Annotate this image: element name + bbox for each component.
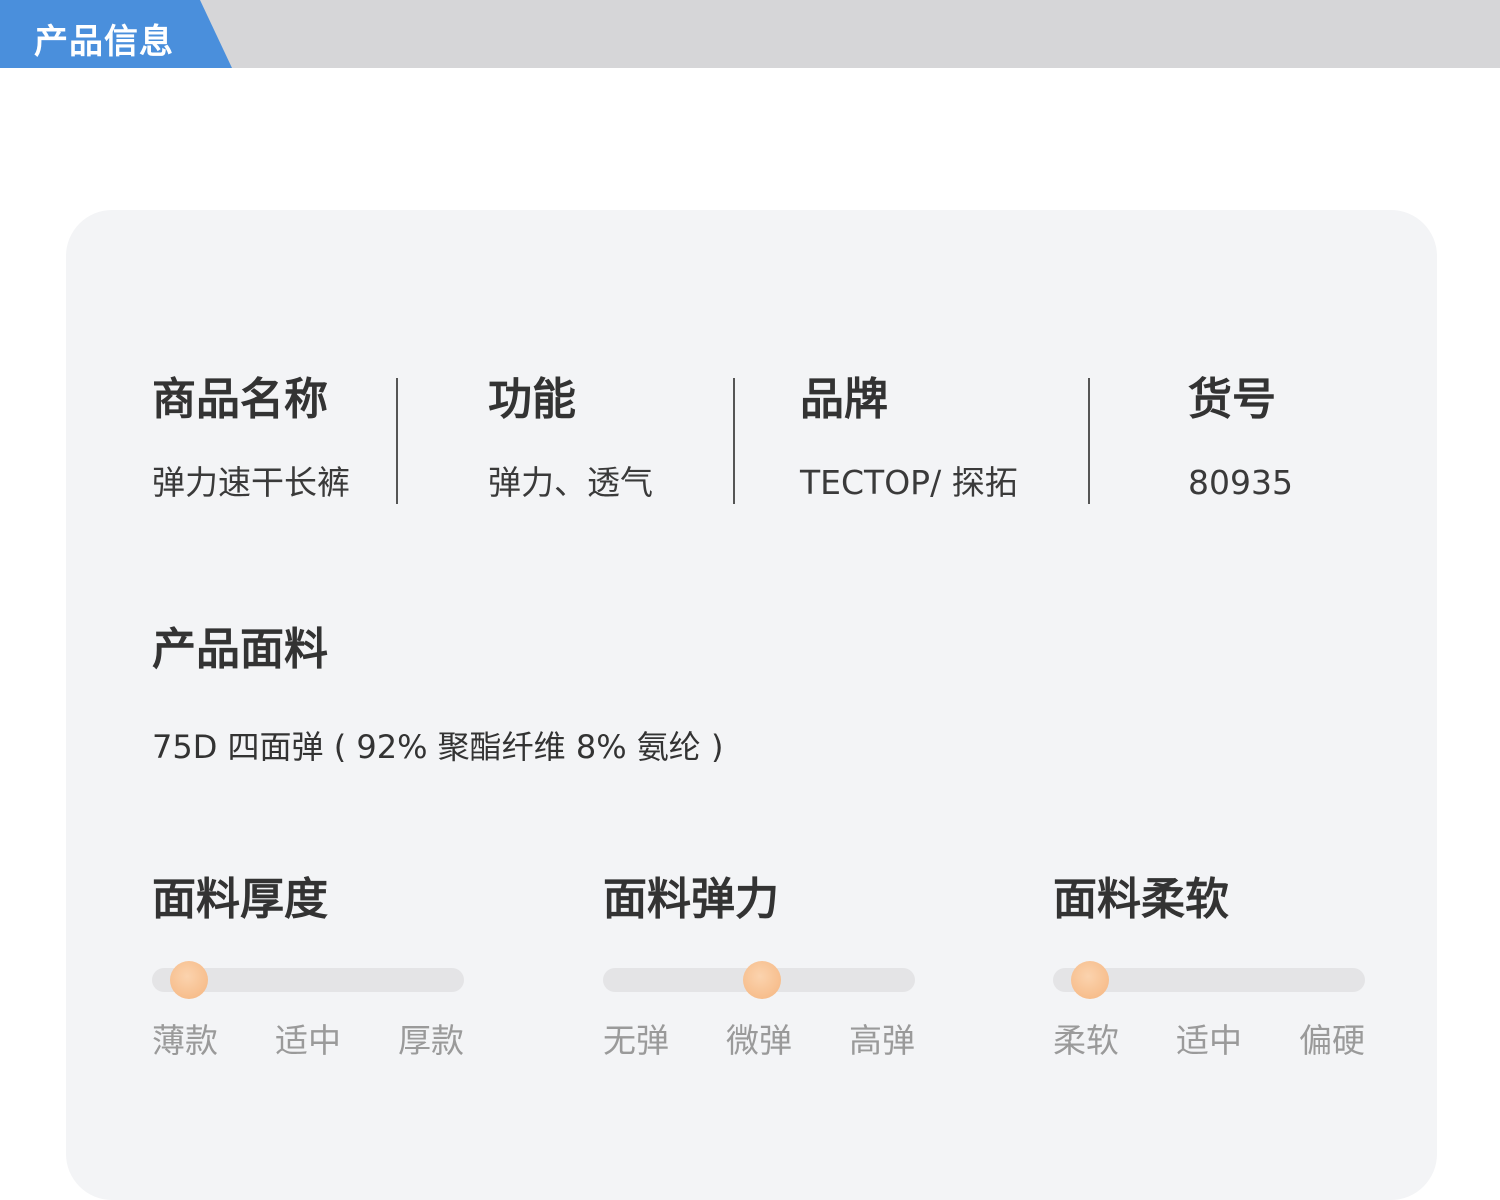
scale-labels: 柔软 适中 偏硬 (1053, 1014, 1365, 1060)
scale-tick-label: 无弹 (603, 1021, 669, 1060)
info-value: TECTOP/ 探拓 (800, 463, 1018, 502)
info-label: 商品名称 (152, 374, 328, 425)
scale-track (603, 961, 915, 999)
material-label: 产品面料 (152, 624, 328, 675)
section-header-bar: 产品信息 (0, 0, 1500, 68)
scale-knob (743, 961, 782, 999)
scale-labels: 薄款 适中 厚款 (152, 1014, 464, 1060)
info-value: 弹力速干长裤 (152, 463, 350, 502)
scale-knob (1071, 961, 1110, 999)
section-title: 产品信息 (34, 22, 174, 62)
scale-knob (170, 961, 209, 999)
scale-thickness: 面料厚度 薄款 适中 厚款 (152, 872, 464, 1060)
scale-tick-label: 薄款 (152, 1021, 218, 1060)
divider (733, 378, 735, 504)
divider (1088, 378, 1090, 504)
info-value: 弹力、透气 (488, 463, 653, 502)
scale-tick-label: 高弹 (849, 1021, 915, 1060)
info-label: 功能 (488, 374, 576, 425)
scale-title: 面料弹力 (603, 874, 779, 925)
material-value: 75D 四面弹 ( 92% 聚酯纤维 8% 氨纶 ) (152, 728, 724, 766)
scale-tick-label: 适中 (275, 1021, 341, 1060)
scale-labels: 无弹 微弹 高弹 (603, 1014, 915, 1060)
scale-elasticity: 面料弹力 无弹 微弹 高弹 (603, 872, 915, 1060)
scale-softness: 面料柔软 柔软 适中 偏硬 (1053, 872, 1365, 1060)
info-label: 品牌 (800, 374, 888, 425)
info-item-function: 功能 弹力、透气 (488, 372, 653, 503)
scale-title: 面料柔软 (1053, 874, 1229, 925)
info-label: 货号 (1188, 374, 1276, 425)
info-item-brand: 品牌 TECTOP/ 探拓 (800, 372, 1018, 503)
scale-tick-label: 厚款 (398, 1021, 464, 1060)
divider (396, 378, 398, 504)
scale-track (1053, 961, 1365, 999)
info-item-sku: 货号 80935 (1188, 372, 1293, 503)
info-value: 80935 (1188, 463, 1293, 502)
scale-track (152, 961, 464, 999)
scale-tick-label: 柔软 (1053, 1021, 1119, 1060)
scale-tick-label: 微弹 (726, 1021, 792, 1060)
scale-tick-label: 适中 (1176, 1021, 1242, 1060)
info-item-name: 商品名称 弹力速干长裤 (152, 372, 350, 503)
scale-title: 面料厚度 (152, 874, 328, 925)
scale-tick-label: 偏硬 (1299, 1021, 1365, 1060)
